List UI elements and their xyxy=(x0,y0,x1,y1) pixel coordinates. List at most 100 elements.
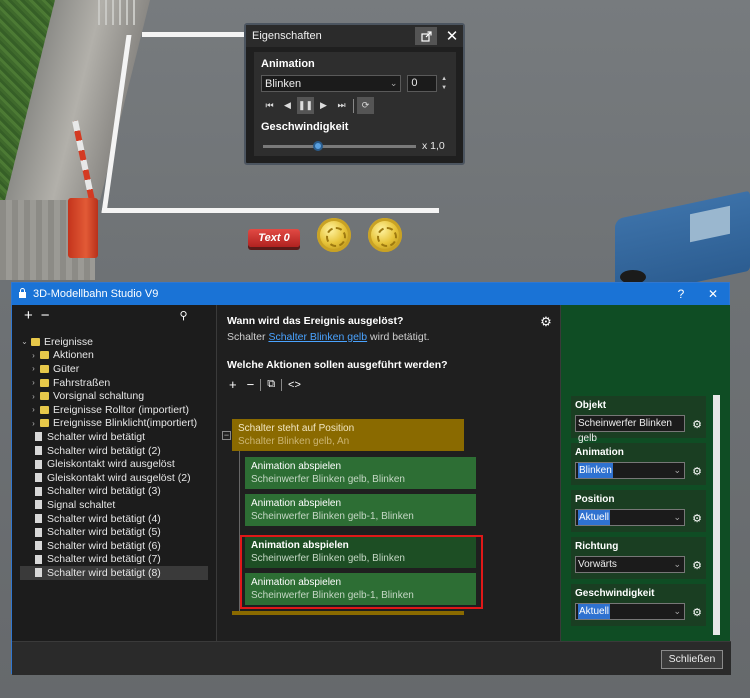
property-field[interactable]: Vorwärts ⌄ xyxy=(575,556,685,573)
property-value: Blinken xyxy=(578,463,613,478)
action-block[interactable]: Animation abspielen Scheinwerfer Blinken… xyxy=(245,494,476,526)
expand-arrow-icon[interactable]: › xyxy=(29,392,38,401)
event-editor-pane: Wann wird das Ereignis ausgelöst? ⚙ Scha… xyxy=(216,305,561,659)
tree-folder[interactable]: › Fahrstraßen xyxy=(20,376,208,390)
chevron-down-icon: ⌄ xyxy=(389,78,398,88)
tree-folder[interactable]: › Ereignisse Blinklicht(importiert) xyxy=(20,417,208,431)
step-back-icon[interactable]: ◀ xyxy=(279,97,296,114)
expand-arrow-icon[interactable]: › xyxy=(29,378,38,387)
tree-event[interactable]: Schalter wird betätigt (7) xyxy=(20,553,208,567)
properties-popup-title: Eigenschaften xyxy=(252,30,322,42)
frame-spinbox[interactable]: 0 xyxy=(407,75,438,92)
property-label: Richtung xyxy=(575,541,619,552)
action-sub: Scheinwerfer Blinken gelb, Blinken xyxy=(251,474,405,485)
add-action-icon[interactable]: + xyxy=(229,377,237,392)
tree-root-label: Ereignisse xyxy=(44,335,94,348)
speed-slider[interactable] xyxy=(263,140,416,151)
folder-icon xyxy=(40,419,49,428)
tree-event[interactable]: Schalter wird betätigt (8) xyxy=(20,566,208,580)
loop-icon[interactable]: ⟳ xyxy=(357,97,374,114)
code-icon[interactable]: <> xyxy=(288,379,301,391)
vertical-scrollbar[interactable] xyxy=(713,395,720,635)
collapse-arrow-icon[interactable]: ⌄ xyxy=(20,337,29,346)
coin-object[interactable] xyxy=(368,218,402,252)
expand-arrow-icon[interactable]: › xyxy=(29,364,38,373)
arrow-up-icon[interactable]: ▲ xyxy=(439,75,449,83)
event-editor-window: 3D-Modellbahn Studio V9 ? ✕ + − ⚲ ⌄ Erei… xyxy=(11,282,731,675)
expand-arrow-icon[interactable]: › xyxy=(29,419,38,428)
action-block[interactable]: Animation abspielen Scheinwerfer Blinken… xyxy=(245,457,476,489)
tree-event[interactable]: Gleiskontakt wird ausgelöst (2) xyxy=(20,471,208,485)
tree-folder[interactable]: › Aktionen xyxy=(20,349,208,363)
tree-event[interactable]: Schalter wird betätigt (4) xyxy=(20,512,208,526)
tree-root[interactable]: ⌄ Ereignisse xyxy=(20,335,208,349)
search-icon[interactable]: ⚲ xyxy=(180,309,188,322)
condition-block[interactable]: Schalter steht auf Position Schalter Bli… xyxy=(232,419,464,451)
trigger-suffix: wird betätigt. xyxy=(370,331,430,343)
tree-folder[interactable]: › Ereignisse Rolltor (importiert) xyxy=(20,403,208,417)
popout-icon[interactable] xyxy=(415,27,437,45)
tree-event-label: Schalter wird betätigt (6) xyxy=(47,539,161,552)
remove-icon[interactable]: − xyxy=(41,307,50,324)
gear-icon[interactable]: ⚙ xyxy=(692,559,702,572)
skip-start-icon[interactable]: ⏮ xyxy=(261,97,278,114)
event-icon xyxy=(35,527,42,537)
property-field[interactable]: Scheinwerfer Blinken gelb xyxy=(575,415,685,444)
tree-event[interactable]: Signal schaltet xyxy=(20,498,208,512)
speed-value: x 1,0 xyxy=(422,140,445,152)
tree-event[interactable]: Schalter wird betätigt (3) xyxy=(20,485,208,499)
divider xyxy=(260,378,262,391)
remove-action-icon[interactable]: − xyxy=(247,377,255,392)
collapse-box-icon[interactable]: − xyxy=(222,431,231,440)
barrier-post[interactable] xyxy=(68,198,98,258)
event-tree: ⌄ Ereignisse › Aktionen › Güter › Fahrstraßen… xyxy=(20,335,208,580)
tree-event-label: Schalter wird betätigt xyxy=(47,430,146,443)
trigger-object-link[interactable]: Schalter Blinken gelb xyxy=(268,331,367,343)
event-icon xyxy=(35,473,42,483)
play-icon[interactable]: ▶ xyxy=(315,97,332,114)
skip-end-icon[interactable]: ⏭ xyxy=(333,97,350,114)
window-close-button[interactable]: ✕ xyxy=(697,287,729,301)
tree-folder[interactable]: › Güter xyxy=(20,362,208,376)
copy-icon[interactable]: ⧉ xyxy=(267,378,275,391)
gear-icon[interactable]: ⚙ xyxy=(539,315,553,329)
tree-event[interactable]: Schalter wird betätigt (5) xyxy=(20,525,208,539)
add-icon[interactable]: + xyxy=(24,307,33,324)
gear-icon[interactable]: ⚙ xyxy=(692,512,702,525)
property-label: Objekt xyxy=(575,400,607,411)
event-icon xyxy=(35,568,42,578)
gear-icon[interactable]: ⚙ xyxy=(692,465,702,478)
close-icon[interactable]: ✕ xyxy=(441,27,463,45)
event-icon xyxy=(35,514,42,524)
expand-arrow-icon[interactable]: › xyxy=(29,351,38,360)
tree-event[interactable]: Schalter wird betätigt (6) xyxy=(20,539,208,553)
tree-event-label: Schalter wird betätigt (2) xyxy=(47,444,161,457)
chevron-down-icon: ⌄ xyxy=(673,465,681,475)
gear-icon[interactable]: ⚙ xyxy=(692,418,702,431)
property-field[interactable]: Aktuell ⌄ xyxy=(575,509,685,526)
tree-folder[interactable]: › Vorsignal schaltung xyxy=(20,389,208,403)
properties-popup: Eigenschaften ✕ Animation Blinken ⌄ 0 ▲ … xyxy=(244,23,465,165)
property-field[interactable]: Blinken ⌄ xyxy=(575,462,685,479)
properties-popup-header[interactable]: Eigenschaften ✕ xyxy=(246,25,463,47)
gear-icon[interactable]: ⚙ xyxy=(692,606,702,619)
text-sign[interactable]: Text 0 xyxy=(248,229,300,247)
property-field[interactable]: Aktuell ⌄ xyxy=(575,603,685,620)
lock-icon xyxy=(18,287,27,301)
folder-icon xyxy=(40,364,49,373)
close-button[interactable]: Schließen xyxy=(661,650,723,669)
pause-icon[interactable]: ❚❚ xyxy=(297,97,314,114)
event-tree-pane: + − ⚲ ⌄ Ereignisse › Aktionen › Güter › Fahrs… xyxy=(12,305,216,641)
animation-select[interactable]: Blinken ⌄ xyxy=(261,75,402,92)
tree-event[interactable]: Schalter wird betätigt (2) xyxy=(20,444,208,458)
coin-object[interactable] xyxy=(317,218,351,252)
tree-event[interactable]: Gleiskontakt wird ausgelöst xyxy=(20,457,208,471)
arrow-down-icon[interactable]: ▼ xyxy=(439,84,449,92)
spin-arrows[interactable]: ▲ ▼ xyxy=(439,75,449,92)
title-bar[interactable]: 3D-Modellbahn Studio V9 ? ✕ xyxy=(12,283,729,305)
help-button[interactable]: ? xyxy=(665,287,697,301)
expand-arrow-icon[interactable]: › xyxy=(29,405,38,414)
tree-event[interactable]: Schalter wird betätigt xyxy=(20,430,208,444)
speed-slider-thumb[interactable] xyxy=(313,140,324,151)
tree-folder-label: Vorsignal schaltung xyxy=(53,390,145,403)
